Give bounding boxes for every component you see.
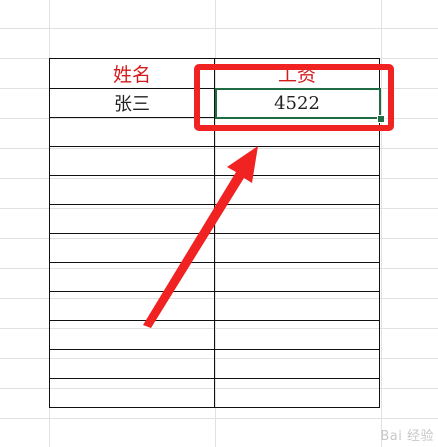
empty-cell[interactable] — [49, 349, 215, 379]
empty-cell[interactable] — [214, 146, 380, 176]
empty-cell[interactable] — [214, 262, 380, 292]
empty-cell[interactable] — [214, 204, 380, 234]
empty-cell[interactable] — [49, 262, 215, 292]
empty-cell[interactable] — [214, 117, 380, 147]
empty-cell[interactable] — [214, 378, 380, 408]
table-row — [49, 233, 380, 263]
empty-cell[interactable] — [49, 291, 215, 321]
empty-cell[interactable] — [49, 378, 215, 408]
watermark: Bai 经验 — [380, 429, 434, 444]
table-row — [49, 262, 380, 292]
empty-cell[interactable] — [214, 291, 380, 321]
spreadsheet-area[interactable]: 姓名 工资 张三 4522 Bai 经验 — [0, 0, 438, 447]
data-table: 姓名 工资 张三 4522 — [49, 58, 380, 408]
header-cell[interactable]: 工资 — [214, 58, 380, 89]
table-row — [49, 117, 380, 147]
table-row — [49, 146, 380, 176]
name-cell[interactable]: 张三 — [49, 88, 215, 118]
table-row: 张三 4522 — [49, 88, 380, 118]
table-row — [49, 349, 380, 379]
table-row — [49, 175, 380, 205]
empty-cell[interactable] — [214, 349, 380, 379]
empty-cell[interactable] — [214, 233, 380, 263]
gridline-vertical — [381, 0, 382, 447]
header-row: 姓名 工资 — [49, 58, 380, 89]
empty-cell[interactable] — [214, 175, 380, 205]
empty-cell[interactable] — [214, 320, 380, 350]
empty-cell[interactable] — [49, 204, 215, 234]
table-row — [49, 378, 380, 408]
empty-cell[interactable] — [49, 320, 215, 350]
salary-cell[interactable]: 4522 — [214, 88, 380, 118]
gridline-horizontal — [0, 28, 438, 29]
empty-cell[interactable] — [49, 117, 215, 147]
fill-handle[interactable] — [377, 115, 385, 123]
empty-cell[interactable] — [49, 233, 215, 263]
gridline-horizontal — [0, 418, 438, 419]
table-row — [49, 291, 380, 321]
empty-cell[interactable] — [49, 175, 215, 205]
table-row — [49, 204, 380, 234]
empty-cell[interactable] — [49, 146, 215, 176]
header-cell[interactable]: 姓名 — [49, 58, 215, 89]
table-row — [49, 320, 380, 350]
